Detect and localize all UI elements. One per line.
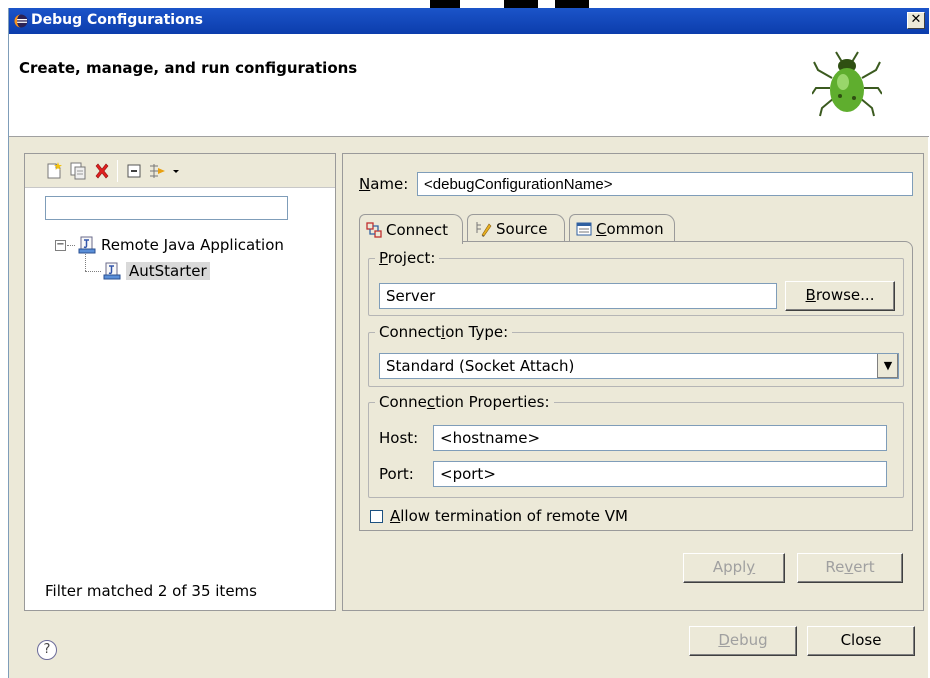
port-label: Port: xyxy=(379,465,414,483)
background-artifact xyxy=(504,0,538,8)
tab-source[interactable]: Source xyxy=(467,214,565,242)
collapse-all-icon[interactable] xyxy=(125,162,143,180)
toolbar-separator xyxy=(117,160,118,182)
connection-type-label: Connection Type: xyxy=(375,323,513,341)
configuration-toolbar xyxy=(25,154,335,188)
allow-termination-label: Allow termination of remote VM xyxy=(390,507,628,525)
name-label: Name: xyxy=(359,175,409,193)
eclipse-icon xyxy=(14,14,28,32)
apply-button[interactable]: Apply xyxy=(683,553,785,583)
allow-termination-checkbox-row[interactable]: Allow termination of remote VM xyxy=(370,507,628,525)
configuration-name-input[interactable] xyxy=(417,172,913,196)
revert-button[interactable]: Revert xyxy=(797,553,903,583)
close-button[interactable]: Close xyxy=(807,626,915,656)
tree-item-remote-java-application[interactable]: − Remote Java Application xyxy=(55,234,284,256)
dropdown-arrow-icon[interactable] xyxy=(171,162,181,180)
connection-type-group: Connection Type: Standard (Socket Attach… xyxy=(368,323,904,387)
new-configuration-icon[interactable] xyxy=(45,162,63,180)
remote-java-application-icon xyxy=(78,236,96,254)
chevron-down-icon[interactable]: ▼ xyxy=(877,354,898,378)
project-group: Project: Server Browse... xyxy=(368,249,904,316)
collapse-toggle-icon[interactable]: − xyxy=(55,239,66,251)
tree-item-label: Remote Java Application xyxy=(101,236,284,254)
connect-icon xyxy=(366,221,382,238)
debug-configurations-dialog: Debug Configurations ✕ Create, manage, a… xyxy=(8,8,929,678)
project-input[interactable]: Server xyxy=(379,283,777,309)
filter-status-text: Filter matched 2 of 35 items xyxy=(45,582,257,600)
tree-item-autstarter[interactable]: AutStarter xyxy=(103,260,210,282)
delete-icon[interactable] xyxy=(93,162,111,180)
tab-connect[interactable]: Connect xyxy=(359,214,463,244)
java-launch-configuration-icon xyxy=(103,262,121,280)
tree-connector xyxy=(85,254,86,271)
background-artifact xyxy=(430,0,460,8)
tab-common[interactable]: Common xyxy=(569,214,675,242)
filter-input[interactable] xyxy=(45,196,288,220)
help-icon[interactable]: ? xyxy=(37,640,57,660)
connect-tab-content: Project: Server Browse... Connection Typ… xyxy=(359,241,913,531)
host-input[interactable]: <hostname> xyxy=(433,425,887,451)
dialog-banner: Create, manage, and run configurations xyxy=(9,34,929,137)
title-bar[interactable]: Debug Configurations ✕ xyxy=(9,8,929,34)
duplicate-icon[interactable] xyxy=(69,162,87,180)
background-strip xyxy=(0,0,930,8)
banner-heading: Create, manage, and run configurations xyxy=(19,59,358,77)
debug-button[interactable]: Debug xyxy=(689,626,797,656)
project-label: Project: xyxy=(375,249,440,267)
tree-connector xyxy=(85,271,101,272)
connection-properties-group: Connection Properties: Host: <hostname> … xyxy=(368,393,904,498)
allow-termination-checkbox[interactable] xyxy=(370,509,383,523)
background-artifact xyxy=(555,0,589,8)
filter-icon[interactable] xyxy=(149,162,167,180)
connection-properties-label: Connection Properties: xyxy=(375,393,554,411)
window-title: Debug Configurations xyxy=(31,12,203,28)
browse-button[interactable]: Browse... xyxy=(785,281,895,311)
host-label: Host: xyxy=(379,429,419,447)
common-icon xyxy=(576,222,592,235)
configuration-list-panel: − Remote Java Application AutStarter Fil… xyxy=(24,153,336,611)
tree-item-label: AutStarter xyxy=(126,262,210,280)
connection-type-select[interactable]: Standard (Socket Attach) ▼ xyxy=(379,353,899,379)
source-icon xyxy=(476,221,492,237)
configuration-editor-panel: Name: Connect Source Common Project: Ser… xyxy=(342,153,924,611)
close-window-button[interactable]: ✕ xyxy=(907,12,925,29)
debug-bug-icon xyxy=(811,48,883,122)
port-input[interactable]: <port> xyxy=(433,461,887,487)
